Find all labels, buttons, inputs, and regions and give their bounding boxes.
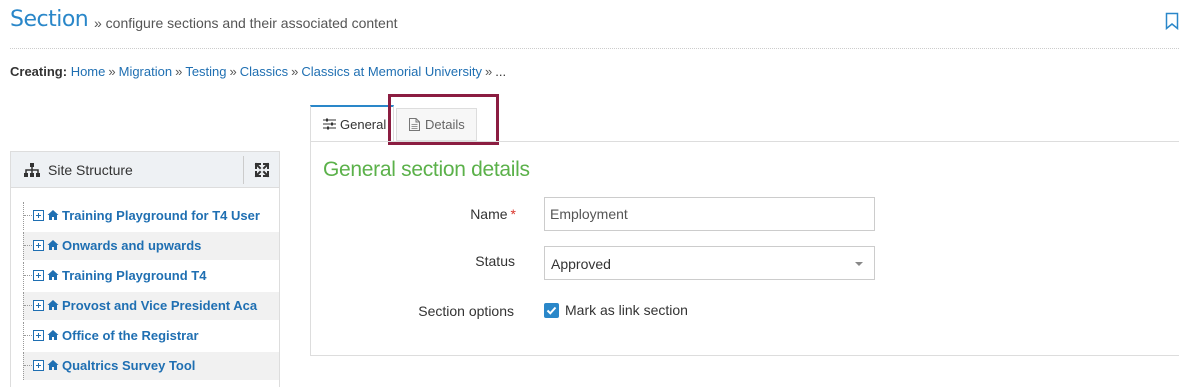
expand-icon[interactable] xyxy=(254,162,270,178)
home-icon xyxy=(47,360,59,370)
sliders-icon xyxy=(323,118,336,130)
tab-details[interactable]: Details xyxy=(396,108,477,141)
home-icon xyxy=(47,240,59,250)
site-structure-header: Site Structure xyxy=(11,152,279,188)
home-icon xyxy=(47,270,59,280)
checkmark-icon xyxy=(546,306,557,315)
breadcrumb-separator: » xyxy=(291,64,299,79)
home-icon xyxy=(47,330,59,340)
tab-details-label: Details xyxy=(425,117,465,132)
page-subtitle: » configure sections and their associate… xyxy=(94,15,398,31)
tree-item[interactable]: Onwards and upwards xyxy=(23,232,279,260)
breadcrumb-separator: » xyxy=(175,64,183,79)
tab-general[interactable]: General xyxy=(310,105,394,141)
breadcrumb-migration[interactable]: Migration xyxy=(119,64,172,79)
tree-item[interactable]: Provost and Vice President Aca xyxy=(23,292,279,320)
expand-plus-icon[interactable] xyxy=(33,270,44,281)
general-panel: General section details Name* Status App… xyxy=(310,141,1179,356)
tree-item-label[interactable]: Office of the Registrar xyxy=(62,328,280,343)
breadcrumb-classics-mun[interactable]: Classics at Memorial University xyxy=(301,64,482,79)
header-divider xyxy=(10,48,1179,49)
expand-plus-icon[interactable] xyxy=(33,330,44,341)
tree-item-label[interactable]: Onwards and upwards xyxy=(62,238,280,253)
home-icon xyxy=(47,300,59,310)
breadcrumb-home[interactable]: Home xyxy=(71,64,106,79)
link-section-label[interactable]: Mark as link section xyxy=(565,302,688,318)
panel-heading: General section details xyxy=(323,158,530,181)
site-structure-title: Site Structure xyxy=(48,162,133,178)
name-input[interactable] xyxy=(544,197,875,231)
status-select[interactable]: Approved xyxy=(544,246,875,280)
tree-item[interactable]: Training Playground for T4 User xyxy=(23,202,279,230)
required-marker: * xyxy=(510,206,516,222)
breadcrumb: Creating: Home» Migration» Testing» Classic… xyxy=(10,64,506,79)
expand-plus-icon[interactable] xyxy=(33,360,44,371)
link-section-checkbox[interactable] xyxy=(544,303,559,318)
tree-item-label[interactable]: Provost and Vice President Aca xyxy=(62,298,280,313)
status-label: Status xyxy=(475,253,515,269)
breadcrumb-separator: » xyxy=(484,64,493,79)
site-tree: Training Playground for T4 User Onwards … xyxy=(23,202,279,382)
tree-item-label[interactable]: Qualtrics Survey Tool xyxy=(62,358,280,373)
chevron-down-icon xyxy=(855,262,863,266)
expand-plus-icon[interactable] xyxy=(33,300,44,311)
tree-item[interactable]: Office of the Registrar xyxy=(23,322,279,350)
expand-plus-icon[interactable] xyxy=(33,210,44,221)
section-options-label: Section options xyxy=(418,303,514,319)
header-divider xyxy=(243,156,244,184)
breadcrumb-testing[interactable]: Testing xyxy=(185,64,226,79)
tree-item-label[interactable]: Training Playground for T4 User xyxy=(62,208,280,223)
breadcrumb-ellipsis: ... xyxy=(495,64,507,79)
breadcrumb-separator: » xyxy=(108,64,116,79)
page-title: Section xyxy=(10,7,89,32)
tree-item[interactable]: Training Playground T4 xyxy=(23,262,279,290)
document-icon xyxy=(409,118,420,131)
bookmark-icon[interactable] xyxy=(1165,12,1179,30)
tree-item-label[interactable]: Training Playground T4 xyxy=(62,268,280,283)
breadcrumb-classics[interactable]: Classics xyxy=(240,64,288,79)
tab-general-label: General xyxy=(340,117,387,132)
site-structure-panel: Site Structure Training Playground for T… xyxy=(10,151,280,387)
name-label-row: Name * xyxy=(316,206,516,222)
home-icon xyxy=(47,210,59,220)
name-label: Name xyxy=(470,206,508,222)
sitemap-icon xyxy=(24,163,40,177)
breadcrumb-separator: » xyxy=(229,64,237,79)
expand-plus-icon[interactable] xyxy=(33,240,44,251)
breadcrumb-label: Creating: xyxy=(10,64,68,79)
tree-item[interactable]: Qualtrics Survey Tool xyxy=(23,352,279,380)
page-header: Section » configure sections and their a… xyxy=(10,6,1179,46)
status-value: Approved xyxy=(551,256,611,272)
